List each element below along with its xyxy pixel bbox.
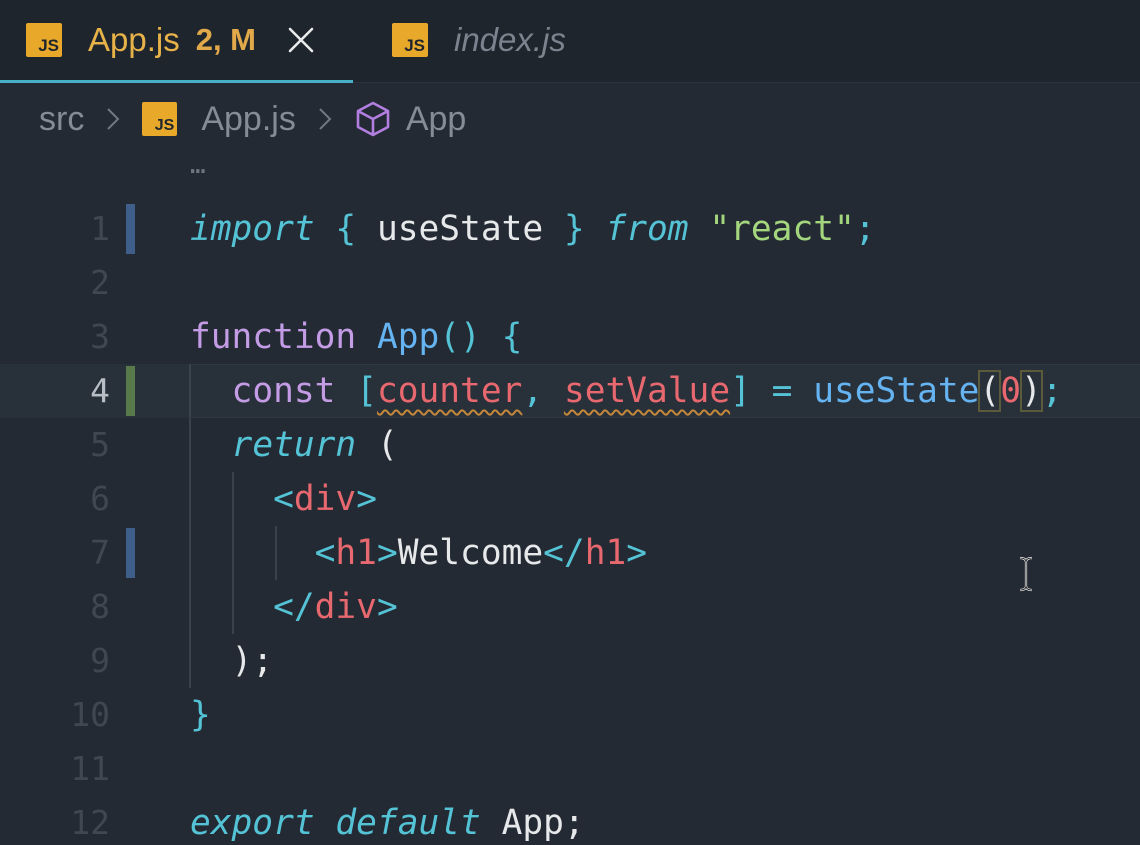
folded-region-ellipsis[interactable]: … [190,150,207,180]
code-line: 1 import { useState } from "react"; [0,202,1140,256]
text-cursor-icon [1019,556,1033,592]
code-line: 9 ); [0,634,1140,688]
breadcrumb-folder[interactable]: src [39,100,84,139]
code-text: const [counter, setValue] = useState(0); [231,370,1063,412]
line-number: 10 [70,695,110,734]
code-text: <div> [273,479,377,519]
code-text: ); [231,641,274,681]
code-text: </div> [273,587,398,627]
js-file-icon: JS [26,23,62,57]
js-file-icon: JS [142,102,178,136]
tab-label: App.js [88,21,180,58]
line-number: 11 [70,749,110,788]
line-number: 2 [90,263,110,302]
breadcrumb-symbol[interactable]: App [406,100,467,139]
code-line: 12 export default App; [0,796,1140,845]
tab-index-js[interactable]: JS index.js [392,0,566,80]
chevron-right-icon [319,108,332,130]
tab-app-js[interactable]: JS App.js 2, M [26,0,316,80]
close-icon[interactable] [286,25,316,55]
code-line: 8 </div> [0,580,1140,634]
line-number: 4 [90,371,110,410]
gutter-modified-marker [126,204,135,254]
code-text: <h1>Welcome</h1> [314,533,648,573]
line-number: 5 [90,425,110,464]
breadcrumb-file[interactable]: App.js [201,100,296,139]
code-editor[interactable]: 1 import { useState } from "react"; 2 3 … [0,202,1140,845]
line-number: 3 [90,317,110,356]
active-tab-indicator [0,80,353,83]
symbol-class-cube-icon [356,101,390,137]
code-text: function App() { [190,317,523,357]
code-text: } [190,695,211,735]
code-line: 5 return ( [0,418,1140,472]
problems-modified-badge: 2, M [195,22,257,57]
js-file-icon: JS [392,23,428,57]
tab-label: index.js [454,21,566,58]
line-number: 7 [90,533,110,572]
line-number: 1 [90,209,110,248]
code-text: import { useState } from "react"; [190,209,876,249]
line-number: 6 [90,479,110,518]
code-line: 10 } [0,688,1140,742]
line-number: 8 [90,587,110,626]
line-number: 9 [90,641,110,680]
code-text: export default App; [190,803,585,843]
code-text: return ( [231,425,398,465]
chevron-right-icon [107,108,120,130]
tab-bar: JS App.js 2, M JS index.js [0,0,1140,83]
gutter-added-marker [126,366,135,416]
code-line: 6 <div> [0,472,1140,526]
code-line-current: 4 const [counter, setValue] = useState(0… [0,364,1140,418]
line-number: 12 [70,803,110,842]
code-line: 2 [0,256,1140,310]
tab-bar-border [353,82,1140,83]
code-line: 11 [0,742,1140,796]
breadcrumb: src JS App.js App [39,92,466,146]
code-line: 7 <h1>Welcome</h1> [0,526,1140,580]
code-line: 3 function App() { [0,310,1140,364]
gutter-modified-marker [126,528,135,578]
